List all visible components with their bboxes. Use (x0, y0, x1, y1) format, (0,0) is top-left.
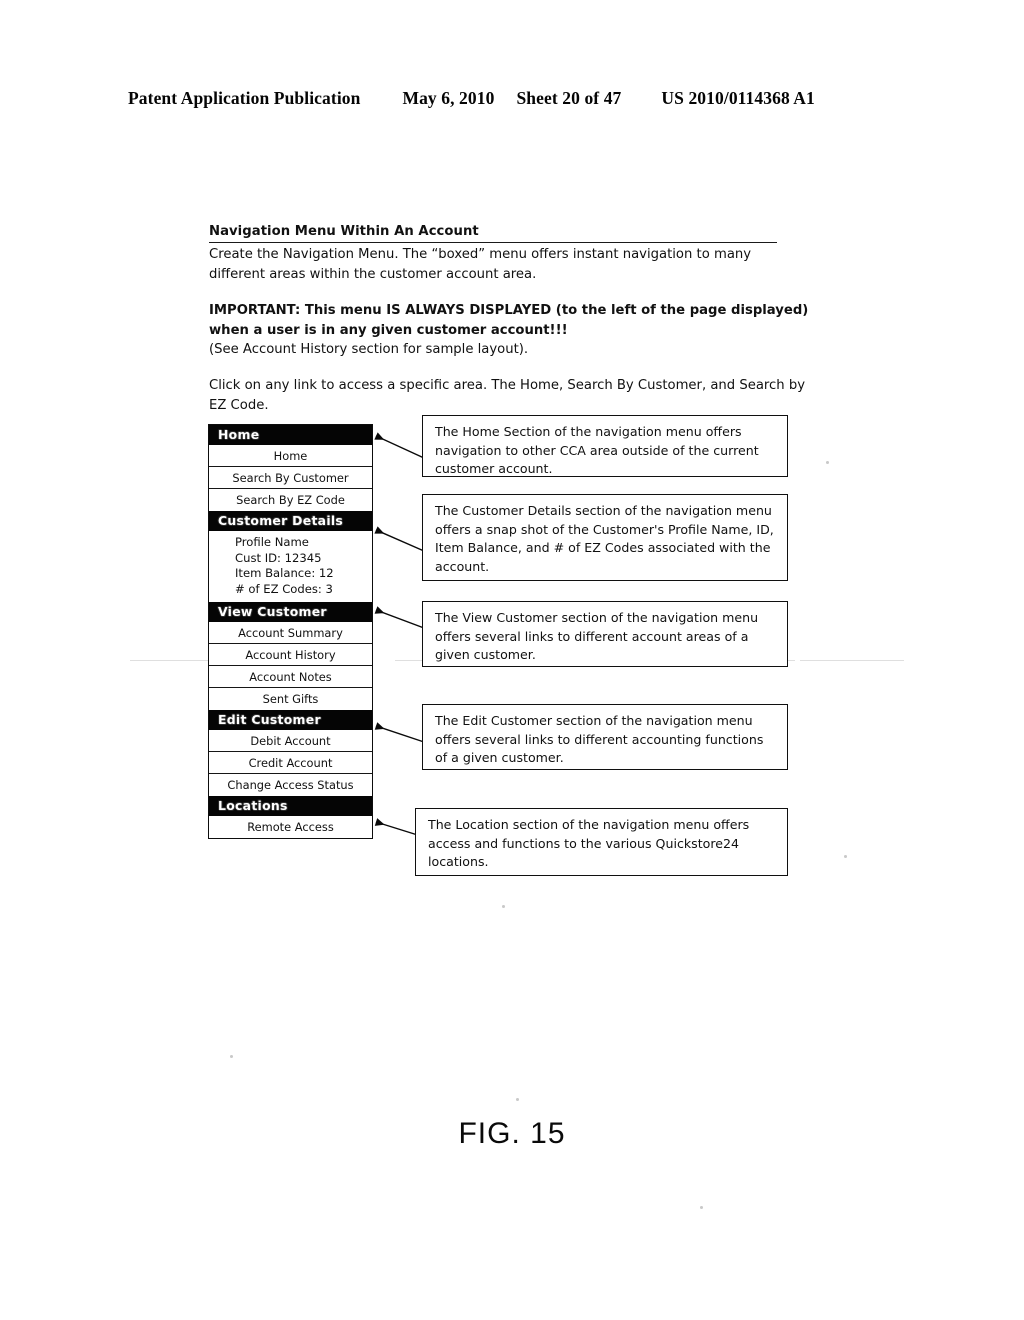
nav-item-remote-access[interactable]: Remote Access (209, 816, 372, 839)
callout-home: The Home Section of the navigation menu … (422, 415, 788, 477)
nav-item-search-by-ez-code[interactable]: Search By EZ Code (209, 489, 372, 511)
patent-page-header: Patent Application Publication May 6, 20… (128, 88, 896, 109)
nav-section-header-view-customer[interactable]: View Customer (209, 602, 372, 623)
important-bold-text: IMPORTANT: This menu IS ALWAYS DISPLAYED… (209, 303, 809, 338)
callout-locations-text: The Location section of the navigation m… (428, 817, 750, 870)
section-title: Navigation Menu Within An Account (209, 222, 777, 244)
patent-number: US 2010/0114368 A1 (661, 88, 815, 108)
callout-edit-customer: The Edit Customer section of the navigat… (422, 704, 788, 770)
detail-cust-id: Cust ID: 12345 (235, 550, 322, 565)
nav-item-account-history[interactable]: Account History (209, 644, 372, 667)
sheet-number: Sheet 20 of 47 (516, 88, 622, 108)
scan-speck (826, 461, 829, 464)
nav-section-header-customer-details[interactable]: Customer Details (209, 511, 372, 531)
important-note-text: (See Account History section for sample … (209, 342, 529, 358)
nav-item-sent-gifts[interactable]: Sent Gifts (209, 688, 372, 711)
detail-profile-name: Profile Name (235, 535, 309, 549)
publication-label: Patent Application Publication (128, 88, 361, 108)
nav-section-header-home[interactable]: Home (209, 425, 372, 445)
nav-section-header-locations[interactable]: Locations (209, 796, 372, 817)
scan-speck (700, 1206, 703, 1209)
callout-edit-customer-text: The Edit Customer section of the navigat… (435, 713, 764, 766)
publication-date: May 6, 2010 (402, 88, 495, 108)
scan-speck (844, 855, 847, 858)
callout-home-text: The Home Section of the navigation menu … (435, 424, 759, 477)
scan-speck (516, 1098, 519, 1101)
callout-customer-details: The Customer Details section of the navi… (422, 494, 788, 581)
nav-item-home[interactable]: Home (209, 445, 372, 467)
nav-item-account-summary[interactable]: Account Summary (209, 622, 372, 645)
detail-ez-code-count: # of EZ Codes: 3 (235, 581, 333, 596)
paragraph-create-menu: Create the Navigation Menu. The “boxed” … (209, 247, 752, 282)
callout-view-customer-text: The View Customer section of the navigat… (435, 610, 759, 663)
detail-item-balance: Item Balance: 12 (235, 566, 334, 581)
nav-item-credit-account[interactable]: Credit Account (209, 752, 372, 775)
nav-item-change-access-status[interactable]: Change Access Status (209, 774, 372, 797)
nav-section-header-edit-customer[interactable]: Edit Customer (209, 710, 372, 731)
navigation-menu: Home Home Search By Customer Search By E… (208, 424, 373, 840)
paragraph-important: IMPORTANT: This menu IS ALWAYS DISPLAYED… (209, 301, 809, 359)
paragraph-click-link: Click on any link to access a specific a… (209, 378, 806, 413)
customer-details-panel: Profile Name Cust ID: 12345 Item Balance… (209, 531, 372, 603)
callout-locations: The Location section of the navigation m… (415, 808, 788, 876)
scan-speck (230, 1055, 233, 1058)
callout-view-customer: The View Customer section of the navigat… (422, 601, 788, 667)
figure-caption: FIG. 15 (458, 1117, 566, 1150)
scan-speck (502, 905, 505, 908)
nav-item-account-notes[interactable]: Account Notes (209, 666, 372, 689)
scan-artifact (800, 660, 904, 661)
callout-customer-details-text: The Customer Details section of the navi… (435, 503, 774, 574)
document-text-block: Navigation Menu Within An Account Create… (209, 222, 809, 415)
nav-item-debit-account[interactable]: Debit Account (209, 730, 372, 753)
nav-item-search-by-customer[interactable]: Search By Customer (209, 467, 372, 489)
